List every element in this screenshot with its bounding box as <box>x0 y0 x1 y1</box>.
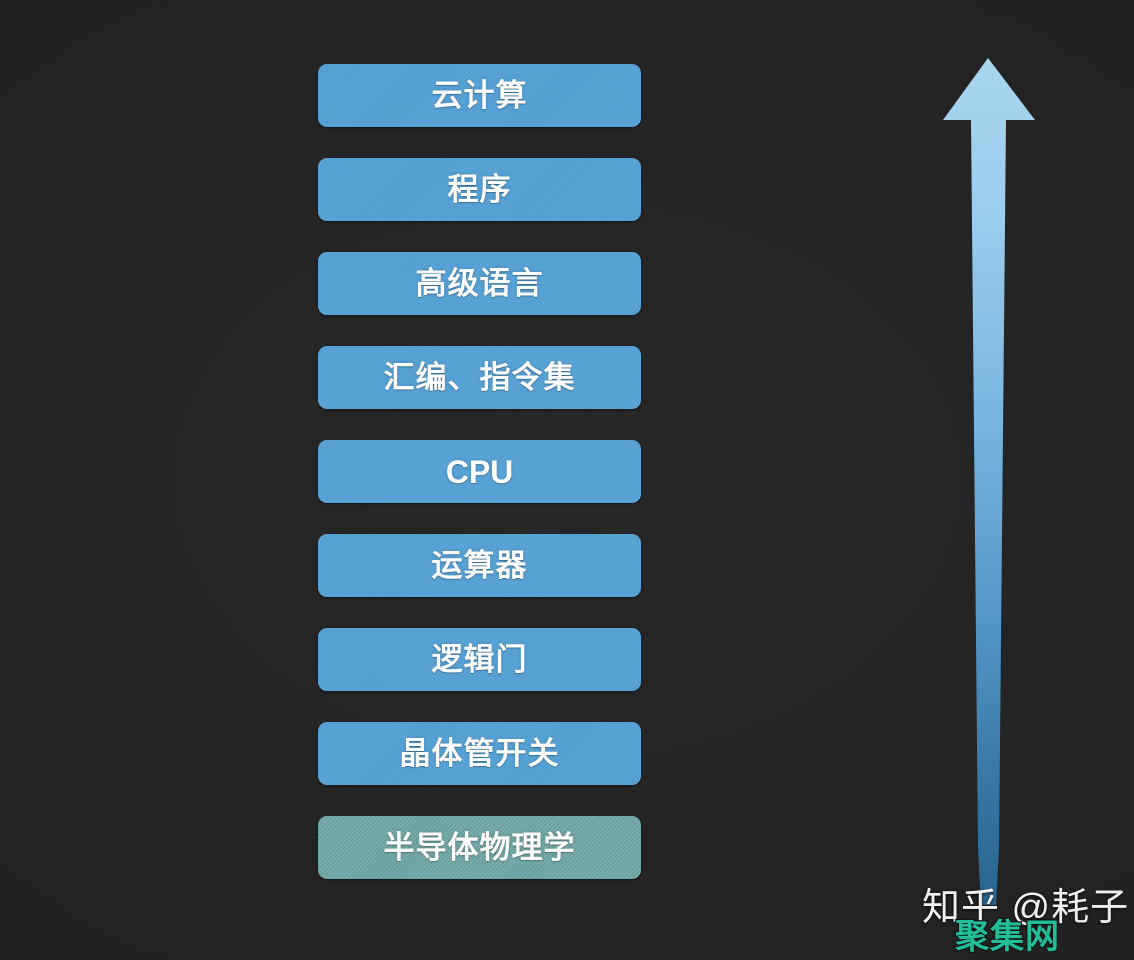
layer-box-high-level-language[interactable]: 高级语言 <box>318 252 641 315</box>
layer-box-assembly-instruction-set[interactable]: 汇编、指令集 <box>318 346 641 409</box>
upward-arrow-icon <box>940 56 1038 908</box>
layer-box-semiconductor-physics[interactable]: 半导体物理学 <box>318 816 641 879</box>
layer-label: 晶体管开关 <box>399 736 560 771</box>
layer-box-transistor-switch[interactable]: 晶体管开关 <box>318 722 641 785</box>
layer-box-cpu[interactable]: CPU <box>318 440 641 503</box>
layer-label: 逻辑门 <box>431 642 528 677</box>
abstraction-layer-stack: 云计算 程序 高级语言 汇编、指令集 CPU 运算器 逻辑门 晶体管开关 半导体… <box>318 64 641 879</box>
layer-label: 半导体物理学 <box>383 830 576 865</box>
layer-label: 高级语言 <box>415 266 544 301</box>
diagram-canvas: 云计算 程序 高级语言 汇编、指令集 CPU 运算器 逻辑门 晶体管开关 半导体… <box>0 0 1134 960</box>
layer-box-arithmetic-unit[interactable]: 运算器 <box>318 534 641 597</box>
layer-box-cloud-computing[interactable]: 云计算 <box>318 64 641 127</box>
layer-box-program[interactable]: 程序 <box>318 158 641 221</box>
layer-label: 云计算 <box>431 78 528 113</box>
layer-label: 程序 <box>447 172 512 207</box>
watermark-site: 聚集网 <box>954 918 1061 956</box>
layer-label: 汇编、指令集 <box>383 360 576 395</box>
layer-box-logic-gate[interactable]: 逻辑门 <box>318 628 641 691</box>
layer-label: 运算器 <box>431 548 528 583</box>
layer-label: CPU <box>445 453 514 490</box>
